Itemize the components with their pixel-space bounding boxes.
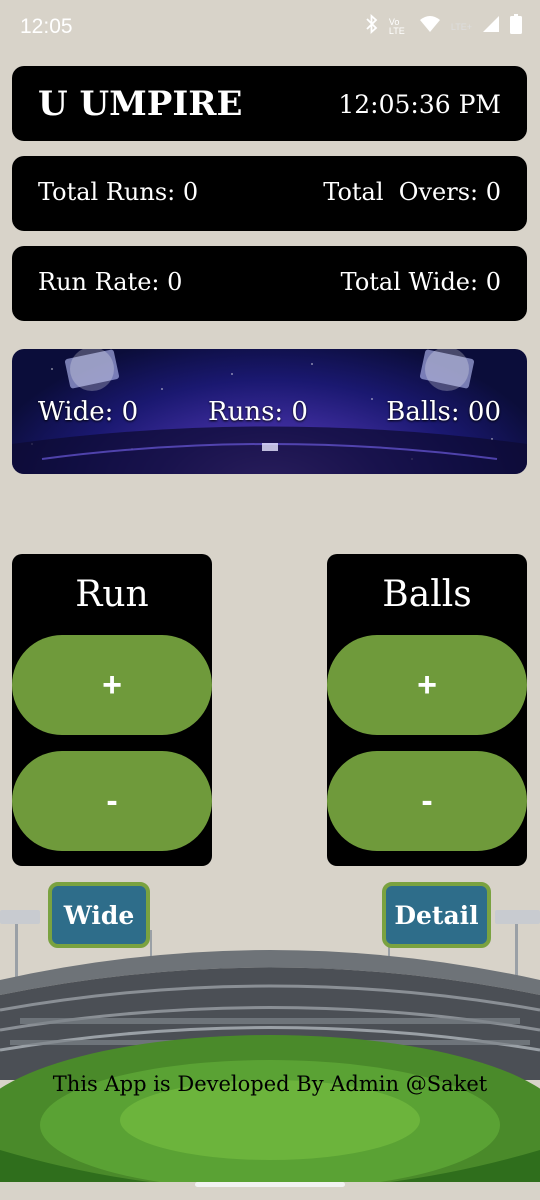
balls-panel-title: Balls — [382, 574, 472, 615]
scoreboard-banner: Wide: 0 Runs: 0 Balls: 00 — [12, 349, 527, 474]
wide-count: Wide: 0 — [38, 397, 139, 427]
bluetooth-icon — [365, 13, 379, 39]
volte-label: Vo LTE — [388, 16, 405, 36]
run-rate: Run Rate: 0 — [38, 268, 183, 296]
lte-label: LTE+ — [450, 21, 472, 32]
status-icons: Vo LTE LTE+ — [365, 13, 522, 39]
battery-icon — [510, 14, 522, 39]
app-title: U UMPIRE — [38, 84, 243, 124]
balls-increment-button[interactable]: + — [327, 635, 527, 735]
developer-credit: This App is Developed By Admin @Saket — [52, 1072, 488, 1096]
detail-button[interactable]: Detail — [382, 882, 491, 948]
signal-icon — [482, 15, 500, 38]
run-increment-button[interactable]: + — [12, 635, 212, 735]
rates-card: Run Rate: 0 Total Wide: 0 — [12, 246, 527, 321]
run-panel-title: Run — [75, 574, 149, 615]
run-panel: Run + - — [12, 554, 212, 866]
run-decrement-button[interactable]: - — [12, 751, 212, 851]
total-runs: Total Runs: 0 — [38, 178, 199, 206]
balls-panel: Balls + - — [327, 554, 527, 866]
balls-decrement-button[interactable]: - — [327, 751, 527, 851]
status-bar: 12:05 Vo LTE LTE+ — [0, 0, 540, 54]
totals-card: Total Runs: 0 Total Overs: 0 — [12, 156, 527, 231]
header-card: U UMPIRE 12:05:36 PM — [12, 66, 527, 141]
total-wide: Total Wide: 0 — [340, 268, 501, 296]
wide-button[interactable]: Wide — [48, 882, 150, 948]
home-indicator[interactable] — [195, 1182, 345, 1187]
runs-count: Runs: 0 — [208, 397, 308, 427]
clock: 12:05:36 PM — [338, 90, 501, 119]
total-overs: Total Overs: 0 — [323, 178, 501, 206]
balls-count: Balls: 00 — [386, 397, 501, 427]
wifi-icon — [419, 15, 441, 38]
status-time: 12:05 — [20, 15, 73, 38]
